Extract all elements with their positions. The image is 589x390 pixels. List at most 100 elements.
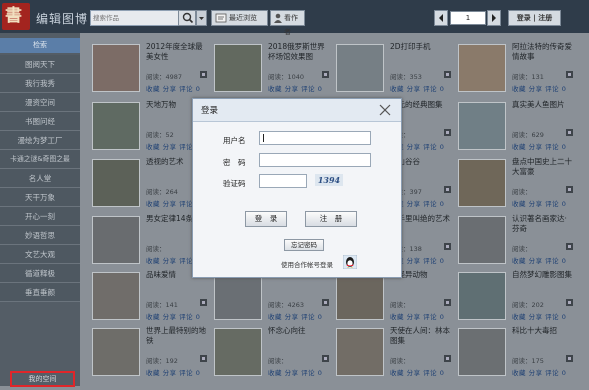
page-number-input[interactable]: 1 <box>450 11 486 25</box>
album-thumbnail[interactable] <box>458 44 506 92</box>
album-card[interactable]: 世界上最特别的地铁阅读：192 收藏 分享 评论 0 <box>88 320 208 390</box>
sidebar-item[interactable]: 开心一刻 <box>0 207 80 226</box>
album-views: 阅读：192 <box>146 357 178 365</box>
album-thumbnail[interactable] <box>92 328 140 376</box>
album-views: 阅读：629 <box>512 131 544 139</box>
album-thumbnail[interactable] <box>92 216 140 264</box>
album-thumbnail[interactable] <box>458 159 506 207</box>
sidebar-item[interactable]: 图阅天下 <box>0 55 80 74</box>
captcha-image[interactable]: 1394 <box>315 174 343 186</box>
view-author-button[interactable]: 看作者 <box>270 10 305 36</box>
album-title[interactable]: 盘点中国史上二十大富豪 <box>512 157 574 177</box>
album-title[interactable]: 认识著名画家达·芬奇 <box>512 214 574 234</box>
forgot-password-button[interactable]: 忘记密码 <box>284 239 324 251</box>
album-actions[interactable]: 收藏 分享 评论 0 <box>146 367 200 377</box>
album-title[interactable]: 自然梦幻雕影图集 <box>512 270 574 280</box>
search-options-dropdown[interactable] <box>196 10 207 26</box>
album-actions[interactable]: 收藏 分享 评论 0 <box>512 83 566 93</box>
album-type-icon <box>566 129 573 136</box>
album-thumbnail[interactable] <box>92 272 140 320</box>
album-title[interactable]: 阿拉法特的传奇爱情故事 <box>512 42 574 62</box>
sidebar-item[interactable]: 文艺大观 <box>0 245 80 264</box>
album-type-icon <box>200 299 207 306</box>
login-button[interactable]: 登 录 <box>245 211 287 227</box>
album-title[interactable]: 天使在人间：林本图集 <box>390 326 452 346</box>
album-title[interactable]: 怀念心向往 <box>268 326 330 336</box>
register-button[interactable]: 注 册 <box>305 211 357 227</box>
album-views: 阅读：175 <box>512 357 544 365</box>
album-views: 阅读：202 <box>512 301 544 309</box>
recent-viewed-button[interactable]: 最近浏览 <box>211 10 268 26</box>
captcha-field[interactable] <box>259 174 307 188</box>
password-field[interactable] <box>259 153 371 167</box>
sidebar-item[interactable]: 名人堂 <box>0 169 80 188</box>
album-title[interactable]: 2018俄罗斯世界杯场馆效果图 <box>268 42 330 62</box>
album-actions[interactable]: 收藏 分享 评论 0 <box>268 83 322 93</box>
sidebar-item[interactable]: 书图问经 <box>0 112 80 131</box>
login-dialog: 登录 用户名 密 码 验证码 1394 登 录 注 册 忘记密码 使用合作帐号登… <box>192 98 402 278</box>
album-title[interactable]: 2D打印手机 <box>390 42 452 52</box>
album-type-icon <box>200 71 207 78</box>
album-actions[interactable]: 收藏 分享 评论 0 <box>268 367 322 377</box>
album-thumbnail[interactable] <box>92 102 140 150</box>
album-card[interactable]: 天使在人间：林本图集阅读： 收藏 分享 评论 0 <box>332 320 452 390</box>
album-thumbnail[interactable] <box>214 44 262 92</box>
arrow-right-icon <box>492 14 496 22</box>
album-actions[interactable]: 收藏 分享 评论 0 <box>512 367 566 377</box>
sidebar-item[interactable]: 天干万象 <box>0 188 80 207</box>
album-views: 阅读： <box>390 301 410 309</box>
username-field[interactable] <box>259 131 371 145</box>
album-views: 阅读：4263 <box>268 301 305 309</box>
album-thumbnail[interactable] <box>458 272 506 320</box>
album-thumbnail[interactable] <box>92 44 140 92</box>
sidebar-item[interactable]: 垂直垂颜 <box>0 283 80 302</box>
album-title[interactable]: 世界上最特别的地铁 <box>146 326 208 346</box>
album-views: 阅读：353 <box>390 73 422 81</box>
album-views: 阅读：131 <box>512 73 544 81</box>
close-icon[interactable] <box>378 103 392 117</box>
album-thumbnail[interactable] <box>214 328 262 376</box>
album-actions[interactable]: 收藏 分享 评论 0 <box>146 83 200 93</box>
album-title[interactable]: 真实美人鱼图片 <box>512 100 574 110</box>
prev-page-button[interactable] <box>434 10 448 26</box>
album-thumbnail[interactable] <box>458 328 506 376</box>
sidebar-search-header[interactable]: 检索 <box>0 38 80 53</box>
album-type-icon <box>444 299 451 306</box>
sidebar-item[interactable]: 循道释极 <box>0 264 80 283</box>
sidebar-item[interactable]: 漫资空间 <box>0 93 80 112</box>
album-thumbnail[interactable] <box>92 159 140 207</box>
sidebar-my-space[interactable]: 我的空间 <box>10 371 75 387</box>
sidebar-item[interactable]: 卡通之谜&奇图之最 <box>0 150 80 169</box>
album-type-icon <box>566 71 573 78</box>
album-thumbnail[interactable] <box>214 272 262 320</box>
album-views: 阅读： <box>512 188 532 196</box>
album-title[interactable]: 科比十大毒招 <box>512 326 574 336</box>
album-type-icon <box>200 355 207 362</box>
album-card[interactable]: 怀念心向往 阅读： 收藏 分享 评论 0 <box>210 320 330 390</box>
sidebar-item[interactable]: 妙语哲思 <box>0 226 80 245</box>
album-actions[interactable]: 收藏 分享 评论 0 <box>390 367 444 377</box>
album-card[interactable]: 科比十大毒招 阅读：175 收藏 分享 评论 0 <box>454 320 574 390</box>
view-author-label: 看作者 <box>284 14 298 36</box>
album-actions[interactable]: 收藏 分享 评论 0 <box>512 198 566 208</box>
next-page-button[interactable] <box>487 10 501 26</box>
album-actions[interactable]: 收藏 分享 评论 0 <box>390 83 444 93</box>
qq-icon[interactable] <box>343 255 357 269</box>
album-thumbnail[interactable] <box>336 44 384 92</box>
album-title[interactable]: 2012年度全球最美女性 <box>146 42 208 62</box>
album-views: 阅读： <box>390 357 410 365</box>
album-thumbnail[interactable] <box>458 216 506 264</box>
album-thumbnail[interactable] <box>336 272 384 320</box>
album-actions[interactable]: 收藏 分享 评论 0 <box>512 141 566 151</box>
album-views: 阅读：4987 <box>146 73 183 81</box>
sidebar-item[interactable]: 漫绘为梦工厂 <box>0 131 80 150</box>
search-input[interactable] <box>91 11 181 25</box>
search-icon <box>182 12 194 24</box>
sidebar-item[interactable]: 我行我秀 <box>0 74 80 93</box>
search-button[interactable] <box>178 10 196 26</box>
album-thumbnail[interactable] <box>336 328 384 376</box>
album-thumbnail[interactable] <box>458 102 506 150</box>
search-box[interactable] <box>90 10 181 26</box>
captcha-label: 验证码 <box>223 179 246 188</box>
login-register-button[interactable]: 登录 | 注册 <box>508 10 561 26</box>
